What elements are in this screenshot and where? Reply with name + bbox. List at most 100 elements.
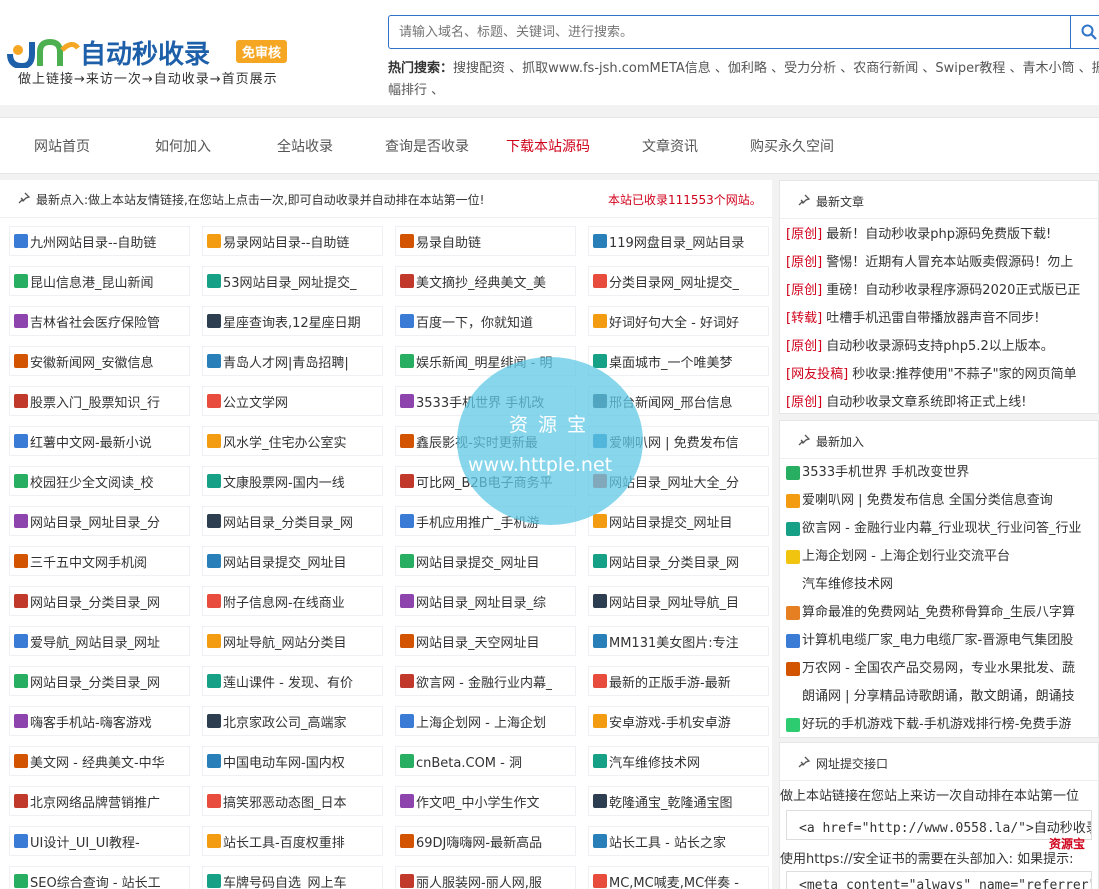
site-link[interactable]: 北京家政公司_高端家 xyxy=(202,706,383,736)
site-link[interactable]: 美文网 - 经典美文-中华 xyxy=(9,746,190,776)
site-link[interactable]: 爱导航_网站目录_网址 xyxy=(9,626,190,656)
site-link[interactable]: 网站目录_分类目录_网 xyxy=(202,506,383,536)
site-favicon-icon xyxy=(207,594,221,608)
site-link-label: 119网盘目录_网站目录 xyxy=(609,235,745,251)
site-link[interactable]: MC,MC喊麦,MC伴奏 - xyxy=(588,866,769,889)
site-link[interactable]: 搞笑邪恶动态图_日本 xyxy=(202,786,383,816)
site-link[interactable]: 易录自助链 xyxy=(395,226,576,256)
site-link[interactable]: 分类目录网_网址提交_ xyxy=(588,266,769,296)
watermark-text-1: 资 源 宝 xyxy=(509,414,589,436)
site-link[interactable]: 昆山信息港_昆山新闻 xyxy=(9,266,190,296)
site-link[interactable]: MM131美女图片:专注 xyxy=(588,626,769,656)
site-link[interactable]: 公立文学网 xyxy=(202,386,383,416)
site-link[interactable]: 53网站目录_网址提交_ xyxy=(202,266,383,296)
article-item[interactable]: [网友投稿] 秒收录:推荐使用"不蒜子"家的网页简单 xyxy=(780,361,1098,389)
site-link[interactable]: 丽人服装网-丽人网,服 xyxy=(395,866,576,889)
new-site-item[interactable]: 上海企划网 - 上海企划行业交流平台 xyxy=(780,543,1098,571)
article-item[interactable]: [原创] 重磅！自动秒收录程序源码2020正式版已正 xyxy=(780,277,1098,305)
site-link[interactable]: 中国电动车网-国内权 xyxy=(202,746,383,776)
site-link[interactable]: 桌面城市_一个唯美梦 xyxy=(588,346,769,376)
site-link[interactable]: 网址导航_网站分类目 xyxy=(202,626,383,656)
nav-home[interactable]: 网站首页 xyxy=(34,136,90,156)
site-link[interactable]: 附子信息网-在线商业 xyxy=(202,586,383,616)
site-link[interactable]: 吉林省社会医疗保险管 xyxy=(9,306,190,336)
site-link[interactable]: 文康股票网-国内一线 xyxy=(202,466,383,496)
site-favicon-icon xyxy=(14,394,28,408)
link-code-box[interactable]: <a href="http://www.0558.la/">自动秒收录< xyxy=(786,810,1092,840)
site-link-label: 网站目录_分类目录_网 xyxy=(30,675,161,691)
site-link[interactable]: 乾隆通宝_乾隆通宝图 xyxy=(588,786,769,816)
nav-check-indexed[interactable]: 查询是否收录 xyxy=(385,136,469,156)
site-link[interactable]: 嗨客手机站-嗨客游戏 xyxy=(9,706,190,736)
search-input[interactable] xyxy=(388,15,1071,49)
meta-code-box[interactable]: <meta content="always" name="referrer"> xyxy=(786,871,1092,889)
new-site-item[interactable]: 万农网 - 全国农产品交易网，专业水果批发、蔬 xyxy=(780,655,1098,683)
site-link[interactable]: 安徽新闻网_安徽信息 xyxy=(9,346,190,376)
site-link-label: 风水学_住宅办公室实 xyxy=(223,435,347,451)
new-site-item[interactable]: 汽车维修技术网 xyxy=(780,571,1098,599)
site-link[interactable]: 最新的正版手游-最新 xyxy=(588,666,769,696)
site-link[interactable]: 易录网站目录--自助链 xyxy=(202,226,383,256)
site-link[interactable]: 网站目录提交_网址目 xyxy=(588,506,769,536)
submit-header: 网址提交接口 xyxy=(780,743,1098,781)
site-link[interactable]: 三千五中文网手机阅 xyxy=(9,546,190,576)
nav-how-to-join[interactable]: 如何加入 xyxy=(155,136,211,156)
site-link[interactable]: 校园狂少全文阅读_校 xyxy=(9,466,190,496)
site-link[interactable]: 网站目录_网址目录_综 xyxy=(395,586,576,616)
site-link[interactable]: 网站目录提交_网址目 xyxy=(202,546,383,576)
nav-download-source[interactable]: 下载本站源码 xyxy=(506,136,590,156)
site-link[interactable]: 网站目录_分类目录_网 xyxy=(9,666,190,696)
article-item[interactable]: [转载] 吐槽手机迅雷自带播放器声音不同步! xyxy=(780,305,1098,333)
site-link[interactable]: 作文吧_中小学生作文 xyxy=(395,786,576,816)
new-site-item[interactable]: 计算机电缆厂家_电力电缆厂家-晋源电气集团股 xyxy=(780,627,1098,655)
search-button[interactable] xyxy=(1070,15,1099,49)
site-link[interactable]: 站长工具-百度权重排 xyxy=(202,826,383,856)
site-favicon-icon xyxy=(14,314,28,328)
site-link[interactable]: 欲言网 - 金融行业内幕_ xyxy=(395,666,576,696)
nav-articles[interactable]: 文章资讯 xyxy=(642,136,698,156)
new-site-item[interactable]: 欲言网 - 金融行业内幕_行业现状_行业问答_行业 xyxy=(780,515,1098,543)
site-link[interactable]: 网站目录_分类目录_网 xyxy=(588,546,769,576)
site-link[interactable]: 站长工具 - 站长之家 xyxy=(588,826,769,856)
nav-buy-hosting[interactable]: 购买永久空间 xyxy=(750,136,834,156)
site-link[interactable]: 风水学_住宅办公室实 xyxy=(202,426,383,456)
site-link[interactable]: 青岛人才网|青岛招聘| xyxy=(202,346,383,376)
site-link[interactable]: 北京网络品牌营销推广 xyxy=(9,786,190,816)
hot-searches-links[interactable]: 搜搜配资 、抓取www.fs-jsh.comMETA信息 、伽利略 、受力分析 … xyxy=(388,61,1099,98)
site-link[interactable]: 股票入门_股票知识_行 xyxy=(9,386,190,416)
site-link[interactable]: 安卓游戏-手机安卓游 xyxy=(588,706,769,736)
site-link[interactable]: 九州网站目录--自助链 xyxy=(9,226,190,256)
site-link[interactable]: 美文摘抄_经典美文_美 xyxy=(395,266,576,296)
article-item[interactable]: [原创] 警惕！近期有人冒充本站贩卖假源码！勿上 xyxy=(780,249,1098,277)
article-item[interactable]: [原创] 自动秒收录文章系统即将正式上线! xyxy=(780,389,1098,417)
site-link[interactable]: 百度一下，你就知道 xyxy=(395,306,576,336)
site-link[interactable]: cnBeta.COM - 洞 xyxy=(395,746,576,776)
site-link[interactable]: 星座查询表,12星座日期 xyxy=(202,306,383,336)
site-link-label: 昆山信息港_昆山新闻 xyxy=(30,275,154,291)
article-item[interactable]: [原创] 自动秒收录源码支持php5.2以上版本。 xyxy=(780,333,1098,361)
new-site-item[interactable]: 爱喇叭网 | 免费发布信息 全国分类信息查询 xyxy=(780,487,1098,515)
site-logo[interactable]: 自动秒收录 免审核 做上链接→来访一次→自动收录→首页展示 xyxy=(4,32,304,92)
site-link[interactable]: 莲山课件 - 发现、有价 xyxy=(202,666,383,696)
site-link[interactable]: 红薯中文网-最新小说 xyxy=(9,426,190,456)
site-link[interactable]: 车牌号码自选_网上车 xyxy=(202,866,383,889)
new-site-label: 计算机电缆厂家_电力电缆厂家-晋源电气集团股 xyxy=(802,633,1074,648)
new-site-item[interactable]: 朗诵网 | 分享精品诗歌朗诵，散文朗诵，朗诵技 xyxy=(780,683,1098,711)
site-link[interactable]: 汽车维修技术网 xyxy=(588,746,769,776)
site-link[interactable]: 网站目录_网址目录_分 xyxy=(9,506,190,536)
new-site-item[interactable]: 3533手机世界 手机改变世界 xyxy=(780,459,1098,487)
site-link[interactable]: 好词好句大全 - 好词好 xyxy=(588,306,769,336)
site-link[interactable]: 119网盘目录_网站目录 xyxy=(588,226,769,256)
new-site-item[interactable]: 算命最准的免费网站_免费称骨算命_生辰八字算 xyxy=(780,599,1098,627)
site-link[interactable]: UI设计_UI_UI教程- xyxy=(9,826,190,856)
site-link[interactable]: 69DJ嗨嗨网-最新高品 xyxy=(395,826,576,856)
site-link[interactable]: 网站目录提交_网址目 xyxy=(395,546,576,576)
site-link[interactable]: SEO综合查询 - 站长工 xyxy=(9,866,190,889)
article-item[interactable]: [原创] 最新！自动秒收录php源码免费版下载! xyxy=(780,221,1098,249)
new-site-item[interactable]: 好玩的手机游戏下载-手机游戏排行榜-免费手游 xyxy=(780,711,1098,739)
site-link[interactable]: 上海企划网 - 上海企划 xyxy=(395,706,576,736)
nav-all-sites[interactable]: 全站收录 xyxy=(277,136,333,156)
site-link[interactable]: 网站目录_网址导航_目 xyxy=(588,586,769,616)
site-link[interactable]: 网站目录_分类目录_网 xyxy=(9,586,190,616)
site-link[interactable]: 网站目录_天空网址目 xyxy=(395,626,576,656)
